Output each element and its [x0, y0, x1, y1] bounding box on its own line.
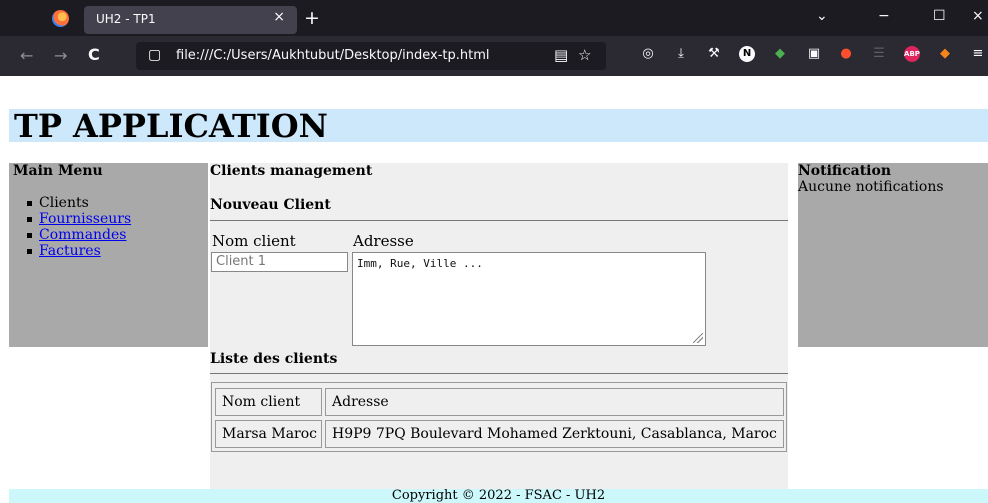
client-list-title: Liste des clients [210, 351, 338, 367]
menu-item-fournisseurs[interactable]: Fournisseurs [9, 211, 131, 227]
clipboard-icon[interactable]: ▣ [806, 46, 822, 62]
page-header: TP APPLICATION [9, 107, 988, 145]
notification-panel: Notification Aucune notifications [798, 163, 988, 347]
evernote-icon[interactable]: ◆ [772, 46, 788, 62]
clients-table: Nom client Adresse Marsa Maroc H9P9 7PQ … [211, 382, 787, 452]
address-text: Imm, Rue, Ville ... [357, 257, 483, 270]
main-menu-sidebar: Main Menu Clients Fournisseurs Commandes… [9, 163, 208, 347]
list-divider [210, 373, 788, 375]
browser-tab-bar: UH2 - TP1 × + ⌄ − ☐ × [0, 0, 988, 36]
menu-item-clients: Clients [9, 195, 131, 211]
menu-item-commandes[interactable]: Commandes [9, 227, 131, 243]
firefox-logo-icon [52, 10, 69, 27]
new-client-title: Nouveau Client [210, 197, 331, 213]
table-row-name-cell: Marsa Maroc [215, 420, 322, 448]
download-icon[interactable]: ⤓ [673, 46, 689, 62]
list-tabs-icon[interactable]: ⌄ [816, 8, 828, 24]
tab-close-icon[interactable]: × [273, 9, 285, 25]
fournisseurs-link[interactable]: Fournisseurs [39, 211, 131, 227]
maximize-button[interactable]: ☐ [933, 8, 946, 24]
factures-link[interactable]: Factures [39, 243, 101, 259]
menu-icon[interactable]: ≡ [970, 46, 986, 62]
address-label: Adresse [353, 232, 414, 250]
commandes-link[interactable]: Commandes [39, 227, 127, 243]
copyright-text: Copyright © 2022 - FSAC - UH2 [391, 488, 606, 503]
main-menu-title: Main Menu [13, 163, 103, 179]
section-title: Clients management [210, 163, 373, 179]
reader-mode-icon[interactable]: ▤ [554, 46, 568, 64]
fox-icon[interactable]: ◆ [937, 46, 953, 62]
header-cell-address: Adresse [325, 388, 784, 416]
extension-icon[interactable]: ● [838, 46, 854, 62]
name-label: Nom client [212, 232, 296, 250]
url-bar[interactable]: ▢ file:///C:/Users/Aukhtubut/Desktop/ind… [136, 42, 606, 70]
page-icon: ▢ [148, 47, 162, 63]
adblock-icon[interactable]: ABP [904, 46, 920, 62]
browser-toolbar: ← → C ▢ file:///C:/Users/Aukhtubut/Deskt… [0, 36, 988, 76]
client-name-input[interactable]: Client 1 [211, 252, 348, 272]
tab-title: UH2 - TP1 [96, 12, 156, 26]
page-footer: Copyright © 2022 - FSAC - UH2 [9, 489, 988, 503]
wrench-icon[interactable]: ⚒ [706, 46, 722, 62]
forward-button[interactable]: → [54, 46, 67, 65]
url-text[interactable]: file:///C:/Users/Aukhtubut/Desktop/index… [176, 48, 490, 63]
pocket-icon[interactable]: ◎ [640, 46, 656, 62]
reload-button[interactable]: C [88, 45, 100, 64]
clients-management-section: Clients management Nouveau Client Nom cl… [210, 163, 788, 503]
notion-icon[interactable]: N [739, 46, 755, 62]
bookmark-star-icon[interactable]: ☆ [578, 46, 591, 64]
header-cell-name: Nom client [215, 388, 322, 416]
table-row-address-cell: H9P9 7PQ Boulevard Mohamed Zerktouni, Ca… [325, 420, 784, 448]
minimize-button[interactable]: − [878, 8, 890, 24]
client-address-textarea[interactable]: Imm, Rue, Ville ... [352, 252, 706, 346]
notification-title: Notification [798, 163, 891, 179]
menu-item-factures[interactable]: Factures [9, 243, 131, 259]
sidebar-icon[interactable]: ☰ [871, 46, 887, 62]
new-tab-button[interactable]: + [304, 7, 320, 29]
resize-grip-icon[interactable] [693, 333, 703, 343]
browser-tab[interactable]: UH2 - TP1 × [84, 6, 297, 34]
back-button[interactable]: ← [20, 46, 33, 65]
form-divider [210, 220, 788, 222]
main-menu-list: Clients Fournisseurs Commandes Factures [9, 195, 131, 259]
page-title: TP APPLICATION [14, 107, 328, 145]
notification-text: Aucune notifications [798, 179, 944, 195]
close-window-button[interactable]: × [972, 8, 984, 24]
